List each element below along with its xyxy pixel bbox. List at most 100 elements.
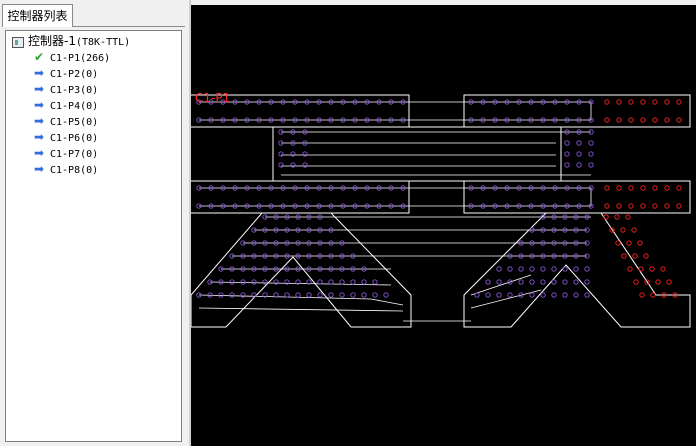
- led-pixel: [262, 279, 268, 285]
- tree-item-port-1[interactable]: ✔ C1-P1(266): [32, 49, 110, 65]
- layout-canvas[interactable]: C1-P1: [191, 5, 696, 446]
- led-pixel: [278, 162, 284, 168]
- led-pixel: [507, 266, 513, 272]
- port-label: C1-P7(0): [50, 149, 99, 160]
- led-pixel: [383, 292, 389, 298]
- led-pixel: [485, 292, 491, 298]
- led-pixel: [664, 117, 670, 123]
- led-pixel: [628, 185, 634, 191]
- led-pixel: [573, 279, 579, 285]
- led-pixel: [564, 140, 570, 146]
- led-pixel: [317, 292, 323, 298]
- led-pixel: [626, 240, 632, 246]
- led-pixel: [562, 266, 568, 272]
- led-pixel: [640, 99, 646, 105]
- led-pixel: [604, 203, 610, 209]
- arrow-icon: ➡: [33, 162, 45, 176]
- led-pixel: [540, 266, 546, 272]
- port-label: C1-P1(266): [50, 53, 111, 64]
- tree-item-port-6[interactable]: ➡ C1-P6(0): [32, 129, 98, 145]
- led-pixel: [496, 292, 502, 298]
- arrow-icon: ➡: [33, 98, 45, 112]
- led-pixel: [518, 266, 524, 272]
- led-pixel: [339, 292, 345, 298]
- led-pixel: [676, 203, 682, 209]
- led-pixel: [615, 240, 621, 246]
- controller-icon: [12, 36, 24, 48]
- led-pixel: [632, 253, 638, 259]
- arrow-icon: ➡: [33, 114, 45, 128]
- led-pixel: [652, 99, 658, 105]
- tree-item-port-7[interactable]: ➡ C1-P7(0): [32, 145, 98, 161]
- led-pixel: [485, 279, 491, 285]
- led-pixel: [652, 117, 658, 123]
- led-pixel: [302, 151, 308, 157]
- led-pixel: [660, 266, 666, 272]
- led-pixel: [604, 185, 610, 191]
- unwired-pixels: [603, 99, 682, 298]
- controller-list-panel: 控制器列表 控制器-1(T8K-TTL) ✔ C1-P1(266) ➡ C1-P2(…: [0, 0, 189, 446]
- arrow-icon: ➡: [33, 82, 45, 96]
- led-pixel: [573, 266, 579, 272]
- led-pixel: [290, 162, 296, 168]
- wiring-path: [198, 101, 592, 322]
- led-pixel: [564, 162, 570, 168]
- led-layout-drawing[interactable]: [191, 5, 696, 446]
- led-pixel: [529, 279, 535, 285]
- led-pixel: [640, 185, 646, 191]
- wire-segment: [470, 274, 532, 296]
- led-pixel: [604, 99, 610, 105]
- led-pixel: [676, 117, 682, 123]
- tree-item-port-4[interactable]: ➡ C1-P4(0): [32, 97, 98, 113]
- led-pixel: [562, 292, 568, 298]
- led-pixel: [339, 279, 345, 285]
- led-pixel: [616, 185, 622, 191]
- wire-segment: [199, 187, 592, 207]
- tree-item-port-5[interactable]: ➡ C1-P5(0): [32, 113, 98, 129]
- arrow-icon: ➡: [33, 66, 45, 80]
- led-pixel: [361, 292, 367, 298]
- tab-controller-list[interactable]: 控制器列表: [2, 4, 73, 27]
- controller-name: 控制器-1: [28, 34, 76, 48]
- tree-item-port-3[interactable]: ➡ C1-P3(0): [32, 81, 98, 97]
- led-pixel: [302, 162, 308, 168]
- led-pixel: [640, 203, 646, 209]
- led-pixel: [361, 279, 367, 285]
- led-pixel: [676, 185, 682, 191]
- led-pixel: [588, 140, 594, 146]
- tree-root-controller[interactable]: 控制器-1(T8K-TTL): [12, 33, 130, 49]
- led-pixel: [664, 185, 670, 191]
- led-pixel: [576, 162, 582, 168]
- sign-outline: [191, 94, 691, 328]
- wire-segment: [198, 307, 404, 312]
- tree-item-port-8[interactable]: ➡ C1-P8(0): [32, 161, 98, 177]
- led-pixel: [616, 203, 622, 209]
- led-pixel: [604, 117, 610, 123]
- led-pixel: [562, 279, 568, 285]
- led-pixel: [639, 292, 645, 298]
- led-pixel: [573, 292, 579, 298]
- led-pixel: [655, 279, 661, 285]
- led-pixel: [372, 279, 378, 285]
- led-pixel: [218, 292, 224, 298]
- led-pixel: [251, 279, 257, 285]
- led-pixel: [652, 185, 658, 191]
- port-label: C1-P8(0): [50, 165, 99, 176]
- led-pixel: [666, 279, 672, 285]
- led-pixel: [603, 214, 609, 220]
- wire-segment: [198, 294, 404, 306]
- led-pixel: [614, 214, 620, 220]
- led-pixel: [496, 266, 502, 272]
- led-pixel: [584, 292, 590, 298]
- tree-item-port-2[interactable]: ➡ C1-P2(0): [32, 65, 98, 81]
- led-pixel: [616, 117, 622, 123]
- led-pixel: [240, 279, 246, 285]
- check-icon: ✔: [33, 50, 45, 64]
- led-pixel: [650, 292, 656, 298]
- wired-pixels: [196, 99, 594, 298]
- led-pixel: [664, 99, 670, 105]
- led-pixel: [584, 266, 590, 272]
- tab-divider: [73, 26, 185, 27]
- led-pixel: [284, 292, 290, 298]
- led-pixel: [529, 266, 535, 272]
